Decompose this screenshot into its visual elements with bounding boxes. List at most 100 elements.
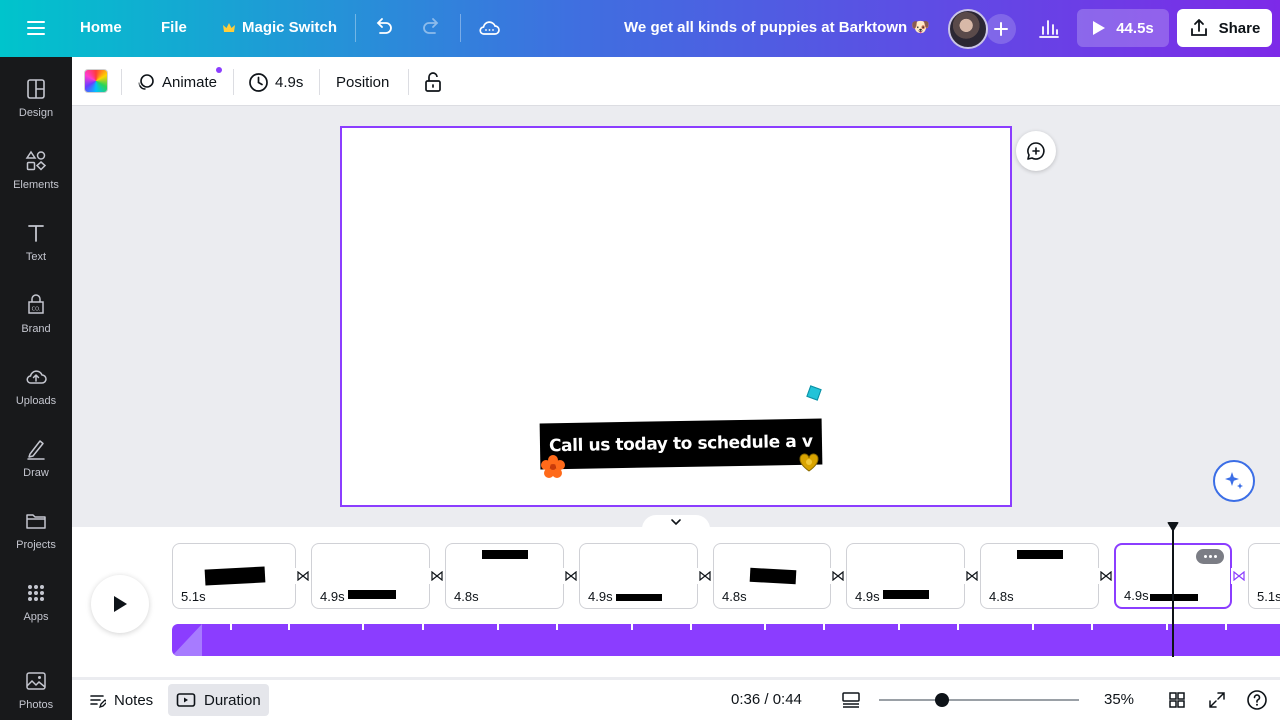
transition-button[interactable] [964,568,980,584]
sidebar-item-brand[interactable]: CO. Brand [0,285,72,345]
transition-button[interactable] [830,568,846,584]
transition-button[interactable] [563,568,579,584]
play-button[interactable] [91,575,149,633]
design-title[interactable]: We get all kinds of puppies at Barktown … [600,18,930,36]
thumbnail-preview [1150,594,1198,601]
audio-tick [1166,624,1168,630]
notes-label: Notes [114,691,154,709]
gem-sticker[interactable] [806,385,822,401]
notes-button[interactable]: Notes [80,684,161,716]
page-duration: 5.1s [1257,589,1280,604]
transition-button[interactable] [295,568,311,584]
sidebar-item-label: Apps [23,611,49,623]
crown-icon [223,22,235,32]
audio-track[interactable] [172,624,1280,656]
page-thumbnail[interactable]: 4.8s [713,543,831,609]
add-collaborator-button[interactable] [986,14,1016,44]
redo-icon[interactable] [420,17,442,39]
transition-icon [565,571,577,581]
audio-tick [898,624,900,630]
page-thumbnail[interactable]: 5.1s [1248,543,1280,609]
sidebar-item-draw[interactable]: Draw [0,429,72,489]
fullscreen-button[interactable] [1200,684,1234,716]
share-icon [1190,19,1207,36]
grid-view-button[interactable] [1160,684,1194,716]
sidebar-item-apps[interactable]: Apps [0,573,72,633]
magic-switch-label: Magic Switch [242,19,338,36]
sidebar-item-design[interactable]: Design [0,69,72,129]
page-duration: 4.9s [320,589,345,604]
audio-tick [823,624,825,630]
flower-sticker[interactable] [540,454,566,480]
page-thumbnail[interactable]: 4.8s [980,543,1099,609]
page-thumbnail[interactable]: 4.8s [445,543,564,609]
avatar[interactable] [948,9,988,49]
collapse-timeline-button[interactable] [642,515,710,529]
zoom-slider-handle[interactable] [935,693,949,707]
menu-icon[interactable] [26,18,46,38]
position-label: Position [336,73,390,91]
sidebar-item-projects[interactable]: Projects [0,501,72,561]
share-button[interactable]: Share [1177,9,1272,47]
playhead[interactable] [1172,529,1174,657]
audio-tick [556,624,558,630]
divider [408,69,409,95]
transition-icon [699,571,711,581]
sidebar-item-elements[interactable]: Elements [0,141,72,201]
banner-text[interactable]: Call us today to schedule a v [549,432,813,457]
page-thumbnail[interactable]: 4.9s [311,543,430,609]
sidebar-item-uploads[interactable]: Uploads [0,357,72,417]
transition-button[interactable] [1231,568,1247,584]
timing-button[interactable]: 4.9s [248,69,303,95]
sidebar-item-text[interactable]: Text [0,213,72,273]
timing-label: 4.9s [275,73,304,91]
duration-button[interactable]: Duration [168,684,269,716]
add-comment-button[interactable] [1016,131,1056,171]
file-button[interactable]: File [161,19,187,36]
transition-button[interactable] [429,568,445,584]
play-icon [1093,21,1106,35]
page-duration: 4.8s [454,589,479,604]
audio-tick [1225,624,1227,630]
page-thumbnail[interactable]: 4.9s [579,543,698,609]
sidebar-item-label: Uploads [15,395,57,407]
magic-assistant-button[interactable] [1213,460,1255,502]
divider [319,69,320,95]
help-button[interactable] [1238,684,1276,716]
transition-icon [966,571,978,581]
text-banner[interactable]: Call us today to schedule a v [539,418,823,470]
transition-button[interactable] [1098,568,1114,584]
page-thumbnail[interactable]: 5.1s [172,543,296,609]
heart-sticker[interactable] [798,452,820,474]
magic-switch-button[interactable]: Magic Switch [222,19,337,36]
divider [121,69,122,95]
transition-icon [832,571,844,581]
transition-button[interactable] [697,568,713,584]
design-page[interactable]: Call us today to schedule a v [340,126,1012,507]
animate-button[interactable]: Animate [136,69,217,95]
context-toolbar: Animate 4.9s Position [72,57,1280,106]
zoom-level[interactable]: 35% [1104,691,1134,708]
present-button[interactable]: 44.5s [1077,9,1169,47]
duration-label: Duration [204,691,261,709]
lock-button[interactable] [423,69,443,95]
position-button[interactable]: Position [336,69,389,95]
shapes-icon [25,150,47,171]
page-more-options-button[interactable] [1196,549,1224,564]
expand-icon [1209,692,1225,708]
home-button[interactable]: Home [80,19,122,36]
sidebar-item-label: Draw [23,467,49,479]
layout-view-button[interactable] [833,684,869,716]
page-thumbnail[interactable]: 4.9s [846,543,965,609]
insights-icon[interactable] [1037,16,1061,40]
color-picker-button[interactable] [84,69,108,93]
divider [460,14,461,42]
zoom-slider[interactable] [879,699,1079,701]
undo-icon[interactable] [373,17,395,39]
sidebar-item-label: Projects [16,539,56,551]
cloud-saved-icon[interactable] [477,17,501,39]
audio-tick [422,624,424,630]
page-duration: 4.9s [855,589,880,604]
sidebar-item-photos[interactable]: Photos [0,661,72,720]
animate-label: Animate [162,73,218,91]
